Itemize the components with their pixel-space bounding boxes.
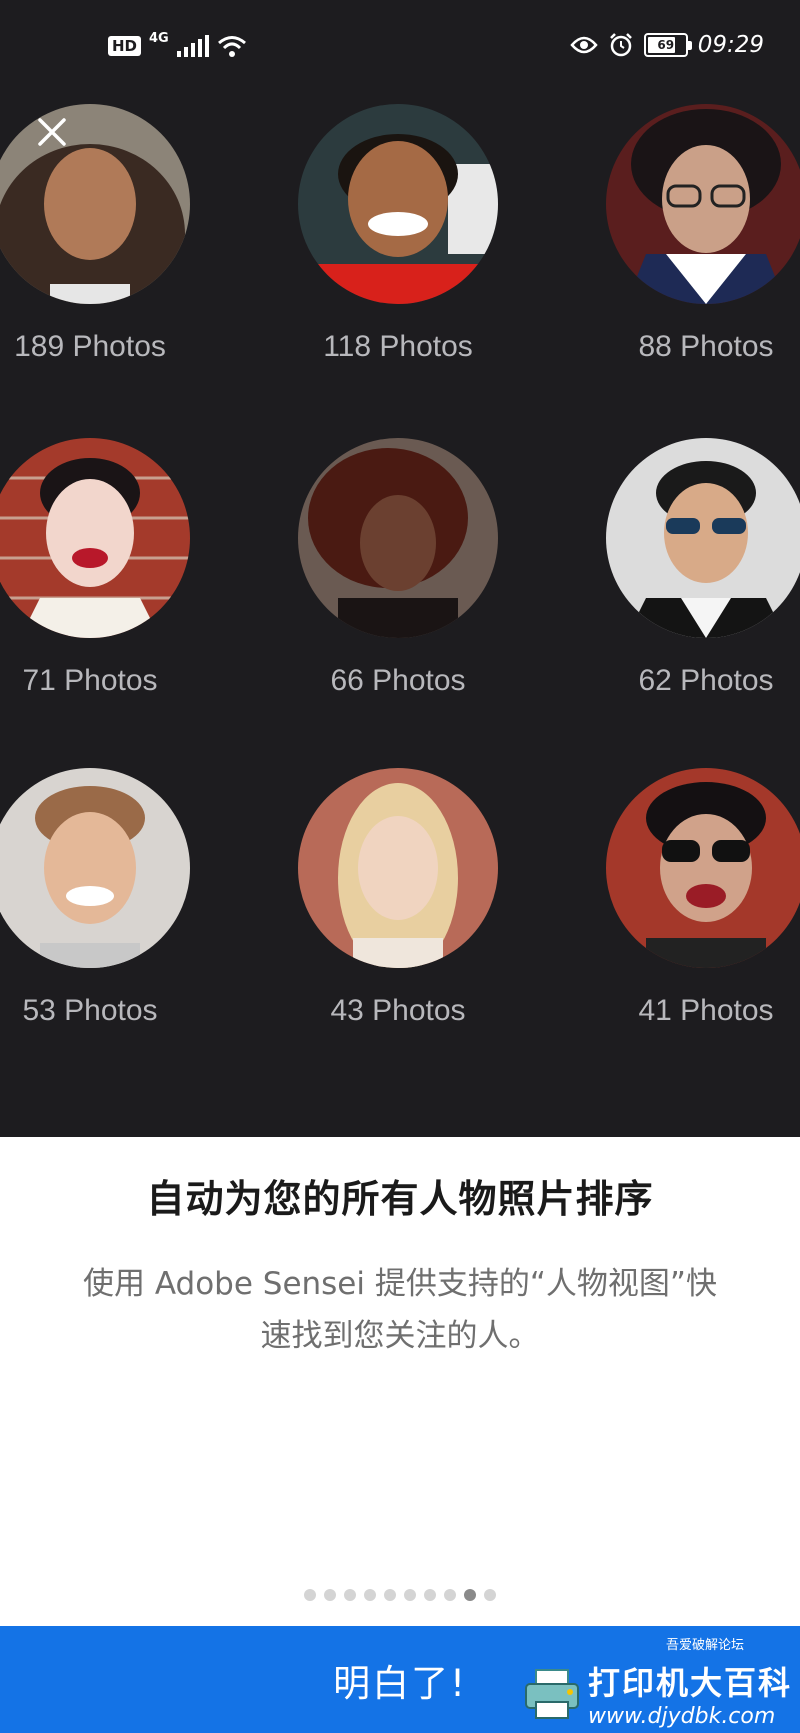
signal-icon bbox=[176, 35, 209, 57]
wifi-icon bbox=[217, 36, 246, 57]
photo-count: 118 Photos bbox=[323, 330, 473, 363]
people-collage: HD 4G 69 09:29 189 Photos 118 Photos 88 … bbox=[0, 0, 800, 1137]
photo-count: 43 Photos bbox=[330, 994, 466, 1027]
person-avatar bbox=[606, 768, 800, 968]
page-dot bbox=[424, 1589, 436, 1601]
watermark-site: 打印机大百科 bbox=[587, 1664, 792, 1702]
person-avatar bbox=[606, 438, 800, 638]
page-dot bbox=[444, 1589, 456, 1601]
description: 使用 Adobe Sensei 提供支持的“人物视图”快速找到您关注的人。 bbox=[83, 1266, 717, 1354]
photo-count: 66 Photos bbox=[330, 664, 466, 697]
watermark-url: www.djydbk.com bbox=[587, 1704, 776, 1729]
person-avatar bbox=[0, 438, 190, 638]
person-avatar bbox=[298, 104, 498, 304]
status-bar: HD 4G 69 09:29 bbox=[0, 0, 800, 100]
page-dot bbox=[364, 1589, 376, 1601]
photo-count: 41 Photos bbox=[638, 994, 774, 1027]
page-dot-active bbox=[464, 1589, 476, 1601]
page-title: 自动为您的所有人物照片排序 bbox=[146, 1177, 654, 1221]
person-avatar bbox=[298, 438, 498, 638]
page-dot bbox=[404, 1589, 416, 1601]
photo-count: 71 Photos bbox=[22, 664, 158, 697]
photo-count: 88 Photos bbox=[638, 330, 774, 363]
person-avatar bbox=[298, 768, 498, 968]
page-dot bbox=[344, 1589, 356, 1601]
person-avatar bbox=[606, 104, 800, 304]
page-dot bbox=[484, 1589, 496, 1601]
battery-icon: 69 bbox=[643, 33, 692, 57]
battery-level: 69 bbox=[657, 38, 675, 52]
alarm-icon bbox=[609, 33, 632, 57]
photo-count: 53 Photos bbox=[22, 994, 158, 1027]
eye-icon bbox=[570, 36, 598, 54]
photo-count: 189 Photos bbox=[14, 330, 166, 363]
page-dot bbox=[324, 1589, 336, 1601]
page-dot bbox=[384, 1589, 396, 1601]
clock: 09:29 bbox=[697, 32, 764, 58]
network-type: 4G bbox=[149, 30, 169, 46]
watermark: 吾爱破解论坛 打印机大百科 www.djydbk.com bbox=[522, 1638, 792, 1729]
page-dot bbox=[304, 1589, 316, 1601]
photo-count: 62 Photos bbox=[638, 664, 774, 697]
person-avatar bbox=[0, 104, 190, 304]
hd-indicator: HD bbox=[108, 36, 142, 56]
person-avatar bbox=[0, 768, 190, 968]
watermark-small: 吾爱破解论坛 bbox=[665, 1638, 744, 1653]
close-icon[interactable] bbox=[30, 110, 74, 154]
page-indicator bbox=[0, 1589, 800, 1601]
printer-icon bbox=[524, 1668, 579, 1719]
